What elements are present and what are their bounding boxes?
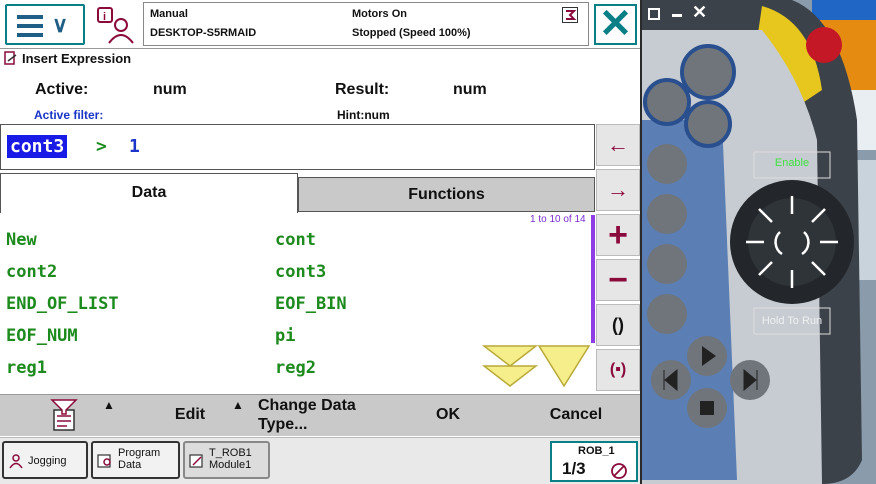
result-label: Result: bbox=[335, 81, 390, 98]
svg-text:i: i bbox=[103, 11, 106, 23]
flexpendant-screen: ∨ i Manual DESKTOP-S5RMAID Motors On Sto… bbox=[0, 0, 642, 484]
window-close-icon[interactable]: ✕ bbox=[692, 2, 707, 23]
status-panel[interactable]: Manual DESKTOP-S5RMAID Motors On Stopped… bbox=[143, 2, 589, 46]
result-value: num bbox=[453, 81, 487, 98]
taskbar-program-data[interactable]: Program Data bbox=[91, 441, 180, 479]
event-log-icon[interactable] bbox=[562, 7, 578, 23]
jogging-label: Jogging bbox=[28, 455, 67, 467]
list-item[interactable]: cont3 bbox=[275, 262, 326, 282]
system-name: DESKTOP-S5RMAID bbox=[150, 27, 257, 39]
speed-icon bbox=[611, 463, 627, 479]
expression-selected-token[interactable]: cont3 bbox=[7, 135, 68, 158]
list-item[interactable]: New bbox=[6, 230, 37, 250]
program-data-line1: Program bbox=[118, 447, 161, 459]
list-item[interactable]: EOF_NUM bbox=[6, 326, 78, 346]
active-filter-link[interactable]: Active filter: bbox=[34, 108, 103, 122]
page-down-icon[interactable] bbox=[481, 344, 539, 390]
list-item[interactable]: cont2 bbox=[6, 262, 57, 282]
module-line1: T_ROB1 bbox=[209, 447, 252, 459]
hamburger-icon bbox=[17, 15, 43, 42]
active-value: num bbox=[153, 81, 187, 98]
module-label: T_ROB1 Module1 bbox=[209, 447, 252, 471]
list-item[interactable]: reg1 bbox=[6, 358, 47, 378]
command-bar: ▲ Edit ▲ Change Data Type... OK Cancel bbox=[0, 394, 640, 436]
quickset-button[interactable]: ROB_1 1/3 bbox=[550, 441, 638, 482]
tab-data[interactable]: Data bbox=[0, 173, 298, 213]
chevron-down-icon: ∨ bbox=[52, 12, 69, 37]
active-label: Active: bbox=[35, 81, 89, 98]
change-data-type-button[interactable]: Change Data Type... bbox=[258, 396, 378, 434]
expression-editor[interactable]: cont3 > 1 bbox=[0, 124, 595, 170]
add-operator-button[interactable]: + bbox=[596, 214, 640, 256]
header-divider bbox=[0, 48, 640, 49]
program-data-line2: Data bbox=[118, 459, 142, 471]
list-item[interactable]: pi bbox=[275, 326, 295, 346]
list-scrollbar[interactable] bbox=[591, 215, 595, 343]
main-menu-button[interactable]: ∨ bbox=[5, 4, 85, 45]
change-type-arrow-icon: ▲ bbox=[232, 398, 244, 412]
hint-text: Hint:num bbox=[337, 108, 390, 122]
run-state: Stopped (Speed 100%) bbox=[352, 27, 471, 39]
cancel-button[interactable]: Cancel bbox=[536, 406, 616, 424]
insert-expression-icon bbox=[4, 51, 18, 65]
edit-button[interactable]: Edit bbox=[160, 406, 220, 424]
increment-fraction: 1/3 bbox=[562, 459, 586, 478]
user-info-icon[interactable]: i bbox=[95, 5, 135, 45]
ok-button[interactable]: OK bbox=[420, 406, 476, 424]
motors-status: Motors On bbox=[352, 8, 407, 20]
window-restore-icon[interactable] bbox=[648, 8, 660, 20]
change-data-type-line1: Change Data bbox=[258, 397, 356, 414]
virtual-flexpendant-hardware: Enable Hold To Run ✕ bbox=[642, 0, 876, 484]
parentheses-button[interactable]: () bbox=[596, 304, 640, 346]
taskbar-module[interactable]: T_ROB1 Module1 bbox=[183, 441, 270, 479]
filter-icon[interactable] bbox=[50, 398, 78, 432]
list-item[interactable]: reg2 bbox=[275, 358, 316, 378]
window-minimize-icon[interactable] bbox=[672, 14, 682, 17]
mode-text: Manual bbox=[150, 8, 188, 20]
list-item[interactable]: cont bbox=[275, 230, 316, 250]
change-data-type-line2: Type... bbox=[258, 416, 308, 433]
program-data-label: Program Data bbox=[118, 447, 160, 471]
robot-name: ROB_1 bbox=[578, 445, 615, 457]
cursor-left-button[interactable]: ← bbox=[596, 124, 640, 166]
module-line2: Module1 bbox=[209, 459, 252, 471]
list-item[interactable]: EOF_BIN bbox=[275, 294, 347, 314]
cursor-right-button[interactable]: → bbox=[596, 169, 640, 211]
tab-functions[interactable]: Functions bbox=[298, 177, 595, 212]
close-icon[interactable]: ✕ bbox=[594, 4, 637, 45]
remove-button[interactable]: − bbox=[596, 259, 640, 301]
taskbar: Jogging Program Data T_ROB1 Module1 ROB_… bbox=[0, 437, 640, 484]
dialog-title: Insert Expression bbox=[22, 51, 132, 66]
expression-operator[interactable]: > bbox=[96, 136, 107, 157]
list-range: 1 to 10 of 14 bbox=[530, 214, 586, 225]
expression-operand[interactable]: 1 bbox=[129, 136, 140, 157]
hold-to-run-label[interactable]: Hold To Run bbox=[754, 315, 830, 327]
list-item[interactable]: END_OF_LIST bbox=[6, 294, 119, 314]
edit-menu-arrow-icon: ▲ bbox=[103, 398, 115, 412]
taskbar-jogging[interactable]: Jogging bbox=[2, 441, 88, 479]
enable-button-label[interactable]: Enable bbox=[754, 157, 830, 169]
scroll-down-icon[interactable] bbox=[537, 344, 591, 388]
remove-parentheses-button[interactable]: (▪) bbox=[596, 349, 640, 391]
